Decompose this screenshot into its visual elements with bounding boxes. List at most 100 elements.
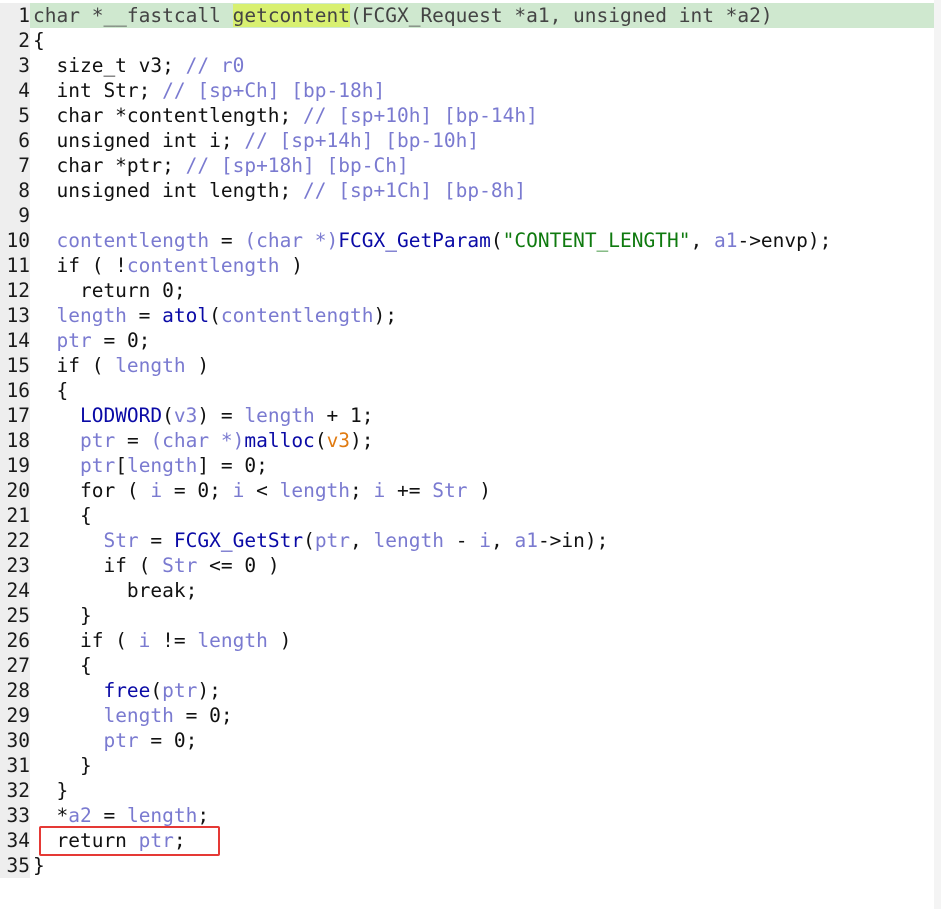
- code-line[interactable]: 18 ptr = (char *)malloc(v3);: [0, 428, 941, 453]
- code-line[interactable]: 33 *a2 = length;: [0, 803, 941, 828]
- code-token[interactable]: a2: [68, 804, 91, 827]
- code-line[interactable]: 8 unsigned int length; // [sp+1Ch] [bp-8…: [0, 178, 941, 203]
- code-line[interactable]: 29 length = 0;: [0, 703, 941, 728]
- code-line[interactable]: 12 return 0;: [0, 278, 941, 303]
- code-token[interactable]: i: [479, 529, 491, 552]
- code-line[interactable]: 24 break;: [0, 578, 941, 603]
- code-token[interactable]: ptr: [56, 329, 91, 352]
- code-token[interactable]: length: [115, 354, 185, 377]
- line-number: 15: [0, 353, 30, 378]
- code-token[interactable]: length: [374, 529, 444, 552]
- code-line[interactable]: 27 {: [0, 653, 941, 678]
- code-token[interactable]: ptr: [315, 529, 350, 552]
- code-token[interactable]: (char *): [150, 429, 244, 452]
- code-token[interactable]: i: [139, 629, 151, 652]
- code-line[interactable]: 10 contentlength = (char *)FCGX_GetParam…: [0, 228, 941, 253]
- code-token: = 0;: [162, 479, 233, 502]
- code-token[interactable]: Str: [162, 554, 197, 577]
- code-line[interactable]: 13 length = atol(contentlength);: [0, 303, 941, 328]
- code-token[interactable]: contentlength: [221, 304, 374, 327]
- code-token: if ( !: [33, 254, 127, 277]
- code-token[interactable]: Str: [432, 479, 467, 502]
- code-text: LODWORD(v3) = length + 1;: [33, 403, 374, 428]
- code-token[interactable]: malloc: [244, 429, 314, 452]
- code-token[interactable]: ptr: [80, 454, 115, 477]
- code-token: = 0;: [138, 729, 198, 752]
- code-token[interactable]: (char *): [244, 229, 338, 252]
- code-line[interactable]: 31 }: [0, 753, 941, 778]
- code-line[interactable]: 4 int Str; // [sp+Ch] [bp-18h]: [0, 78, 941, 103]
- code-text: ptr = (char *)malloc(v3);: [33, 428, 374, 453]
- code-line[interactable]: 35}: [0, 853, 941, 878]
- code-line[interactable]: 16 {: [0, 378, 941, 403]
- code-token[interactable]: atol: [162, 304, 209, 327]
- code-token[interactable]: i: [233, 479, 245, 502]
- code-line[interactable]: 20 for ( i = 0; i < length; i += Str ): [0, 478, 941, 503]
- code-line[interactable]: 2{: [0, 28, 941, 53]
- code-token: // [sp+14h] [bp-10h]: [244, 129, 480, 152]
- code-line[interactable]: 17 LODWORD(v3) = length + 1;: [0, 403, 941, 428]
- code-token[interactable]: length: [127, 454, 197, 477]
- code-line[interactable]: 30 ptr = 0;: [0, 728, 941, 753]
- code-token[interactable]: FCGX_GetStr: [174, 529, 303, 552]
- code-token[interactable]: i: [150, 479, 162, 502]
- code-line[interactable]: 25 }: [0, 603, 941, 628]
- code-line[interactable]: 22 Str = FCGX_GetStr(ptr, length - i, a1…: [0, 528, 941, 553]
- line-number: 9: [0, 203, 30, 228]
- code-text: return 0;: [33, 278, 186, 303]
- pseudocode-viewer[interactable]: 1 char *__fastcall getcontent(FCGX_Reques…: [0, 0, 941, 909]
- code-token: = 0;: [173, 704, 233, 727]
- code-token[interactable]: length: [127, 804, 197, 827]
- code-line[interactable]: 15 if ( length ): [0, 353, 941, 378]
- line-number: 26: [0, 628, 30, 653]
- code-token[interactable]: getcontent: [232, 4, 350, 27]
- code-token[interactable]: ptr: [162, 679, 197, 702]
- code-token[interactable]: i: [374, 479, 386, 502]
- code-token: ): [279, 254, 304, 277]
- code-token[interactable]: length: [56, 304, 126, 327]
- code-line[interactable]: 6 unsigned int i; // [sp+14h] [bp-10h]: [0, 128, 941, 153]
- line-number: 27: [0, 653, 30, 678]
- code-token[interactable]: v3: [174, 404, 197, 427]
- code-line[interactable]: 21 {: [0, 503, 941, 528]
- code-line[interactable]: 14 ptr = 0;: [0, 328, 941, 353]
- line-number: 22: [0, 528, 30, 553]
- code-line[interactable]: 9: [0, 203, 941, 228]
- code-token: }: [33, 754, 92, 777]
- code-token[interactable]: Str: [103, 529, 138, 552]
- line-number: 34: [0, 828, 30, 853]
- code-line[interactable]: 28 free(ptr);: [0, 678, 941, 703]
- code-token[interactable]: a1: [514, 529, 537, 552]
- code-token[interactable]: length: [244, 404, 314, 427]
- code-token: "CONTENT_LENGTH": [502, 229, 691, 252]
- line-number: 7: [0, 153, 30, 178]
- code-text: ptr[length] = 0;: [33, 453, 268, 478]
- code-line[interactable]: 19 ptr[length] = 0;: [0, 453, 941, 478]
- code-token[interactable]: contentlength: [56, 229, 209, 252]
- code-line[interactable]: 11 if ( !contentlength ): [0, 253, 941, 278]
- code-line[interactable]: 5 char *contentlength; // [sp+10h] [bp-1…: [0, 103, 941, 128]
- code-line[interactable]: 23 if ( Str <= 0 ): [0, 553, 941, 578]
- code-token[interactable]: a1: [714, 229, 737, 252]
- code-token[interactable]: LODWORD: [80, 404, 162, 427]
- code-line[interactable]: 3 size_t v3; // r0: [0, 53, 941, 78]
- code-token[interactable]: FCGX_GetParam: [338, 229, 491, 252]
- code-text: }: [33, 753, 92, 778]
- code-line[interactable]: 1 char *__fastcall getcontent(FCGX_Reques…: [0, 3, 941, 28]
- code-token[interactable]: length: [103, 704, 173, 727]
- code-token: <: [244, 479, 280, 502]
- vertical-scrollbar[interactable]: [934, 0, 941, 909]
- code-line[interactable]: 26 if ( i != length ): [0, 628, 941, 653]
- code-token[interactable]: length: [280, 479, 350, 502]
- line-number: 2: [0, 28, 30, 53]
- code-line[interactable]: 32 }: [0, 778, 941, 803]
- code-token[interactable]: contentlength: [127, 254, 280, 277]
- code-token[interactable]: length: [197, 629, 267, 652]
- line-number: 24: [0, 578, 30, 603]
- code-line[interactable]: 7 char *ptr; // [sp+18h] [bp-Ch]: [0, 153, 941, 178]
- code-token[interactable]: free: [103, 679, 150, 702]
- code-token[interactable]: ptr: [80, 429, 115, 452]
- code-token[interactable]: ptr: [103, 729, 138, 752]
